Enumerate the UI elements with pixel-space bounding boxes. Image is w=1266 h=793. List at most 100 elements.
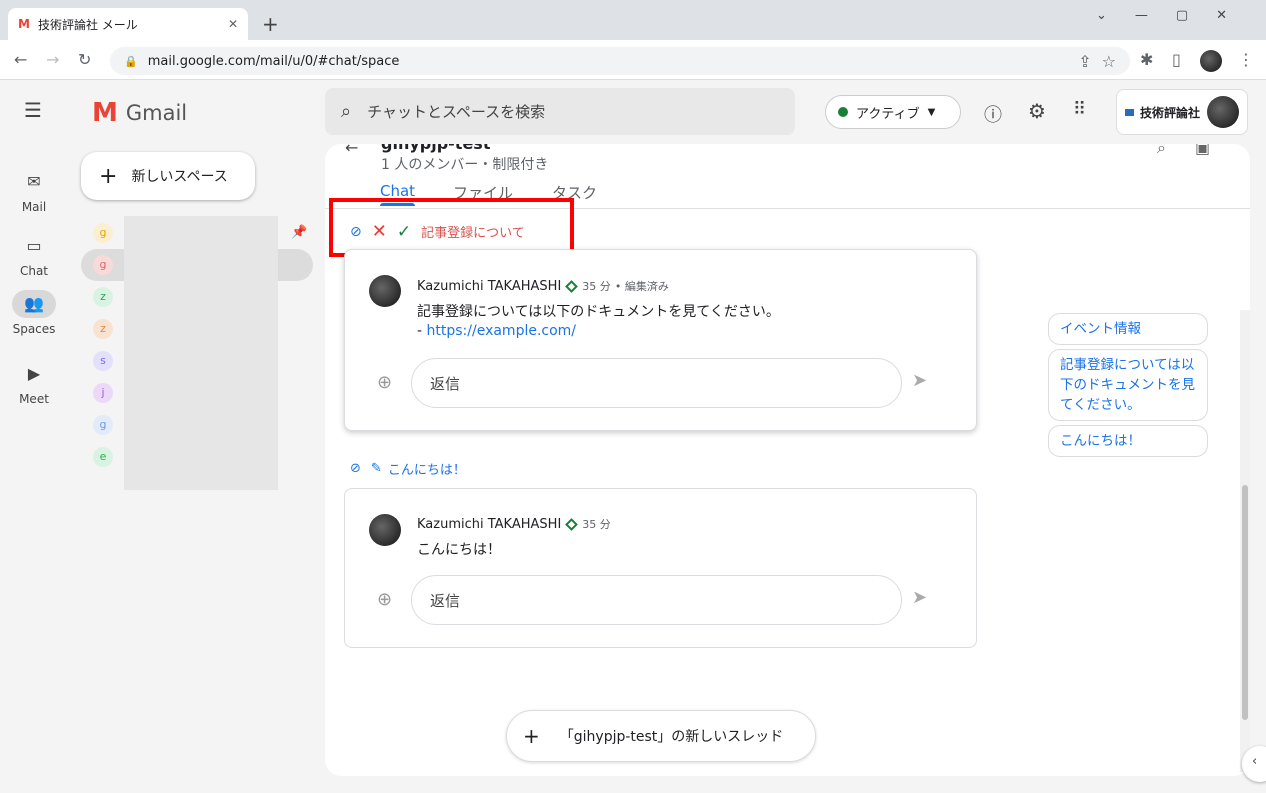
- back-arrow-icon[interactable]: ←: [345, 144, 358, 157]
- check-icon[interactable]: ✓: [397, 222, 411, 242]
- space-avatar: z: [93, 287, 113, 307]
- expand-side-panel-icon[interactable]: ‹: [1242, 746, 1266, 782]
- org-logo-icon: [1125, 108, 1134, 116]
- topic-label: こんにちは！: [387, 463, 466, 478]
- star-icon[interactable]: ☆: [1102, 52, 1116, 71]
- reload-icon[interactable]: ↻: [78, 50, 91, 69]
- search-bar[interactable]: ⌕ チャットとスペースを検索: [325, 88, 795, 135]
- side-panel-icon[interactable]: ▯: [1172, 50, 1181, 69]
- status-dropdown[interactable]: アクティブ ▼: [825, 95, 961, 129]
- author-name: Kazumichi TAKAHASHI: [417, 516, 562, 532]
- add-icon[interactable]: ⊕: [377, 372, 392, 393]
- url-field[interactable]: 🔒 mail.google.com/mail/u/0/#chat/space ⇪…: [110, 47, 1130, 75]
- space-title: gihypjp-test: [381, 144, 490, 153]
- author-name: Kazumichi TAKAHASHI: [417, 278, 562, 294]
- spaces-icon: 👥: [12, 290, 56, 318]
- new-thread-button[interactable]: + 「gihypjp-test」の新しいスレッド: [506, 710, 816, 762]
- rail-label: Meet: [19, 392, 49, 406]
- menu-icon[interactable]: ⋮: [1238, 50, 1254, 69]
- account-switcher[interactable]: 技術評論社: [1116, 89, 1248, 135]
- topic-chip[interactable]: イベント情報: [1048, 313, 1208, 345]
- rail-chat[interactable]: ▭ Chat: [0, 232, 68, 278]
- reply-input[interactable]: 返信: [411, 358, 902, 408]
- rail-label: Mail: [21, 200, 47, 214]
- plus-icon: +: [99, 163, 118, 189]
- url-text: mail.google.com/mail/u/0/#chat/space: [147, 53, 400, 69]
- message-header: Kazumichi TAKAHASHI 35 分 • 編集済み: [417, 278, 669, 294]
- gmail-favicon: M: [18, 17, 30, 31]
- reply-input[interactable]: 返信: [411, 575, 902, 625]
- external-diamond-icon: [565, 279, 579, 293]
- send-icon[interactable]: ➤: [912, 370, 927, 391]
- message-thread: Kazumichi TAKAHASHI 35 分 • 編集済み 記事登録について…: [344, 249, 977, 431]
- close-x-icon[interactable]: ✕: [372, 221, 387, 242]
- help-icon[interactable]: ⓘ: [984, 101, 1002, 127]
- topic-chip[interactable]: 記事登録については以下のドキュメントを見てください。: [1048, 349, 1208, 421]
- share-icon[interactable]: ⇪: [1078, 52, 1091, 71]
- message-text: 記事登録については以下のドキュメントを見てください。: [417, 304, 780, 320]
- rail-label: Spaces: [12, 322, 56, 336]
- search-icon: ⌕: [341, 101, 352, 122]
- topic-filter-row: ⊘ ✕ ✓ 記事登録について: [350, 221, 525, 242]
- topic-label: 記事登録について: [421, 226, 525, 241]
- space-avatar: e: [93, 447, 113, 467]
- account-avatar: [1207, 96, 1239, 128]
- window-controls[interactable]: ⌄—▢✕: [1096, 8, 1255, 23]
- edit-pencil-icon[interactable]: ✎: [371, 461, 382, 476]
- new-tab-button[interactable]: +: [262, 12, 279, 36]
- new-thread-label: 「gihypjp-test」の新しいスレッド: [559, 729, 784, 745]
- tab-title: 技術評論社 メール: [37, 17, 138, 32]
- lock-icon: 🔒: [124, 54, 138, 68]
- search-in-space-icon[interactable]: ⌕: [1157, 144, 1166, 158]
- send-icon[interactable]: ➤: [912, 587, 927, 608]
- space-avatar: j: [93, 383, 113, 403]
- open-popup-icon[interactable]: ▣: [1195, 144, 1210, 157]
- message-header: Kazumichi TAKAHASHI 35 分: [417, 516, 611, 532]
- author-avatar[interactable]: [369, 514, 401, 546]
- space-subtitle: 1 人のメンバー・制限付き: [381, 157, 549, 173]
- chat-icon: ▭: [26, 236, 42, 255]
- browser-tab[interactable]: M 技術評論社 メール ✕: [8, 8, 248, 40]
- edited-label: • 編集済み: [614, 280, 669, 293]
- hide-eye-icon[interactable]: ⊘: [350, 461, 361, 476]
- active-dot-icon: [838, 107, 848, 117]
- hide-eye-icon[interactable]: ⊘: [350, 224, 362, 240]
- caret-down-icon: ▼: [927, 106, 936, 118]
- rail-label: Chat: [19, 264, 49, 278]
- back-icon[interactable]: ←: [14, 50, 27, 69]
- message-link[interactable]: https://example.com/: [427, 323, 577, 339]
- close-tab-icon[interactable]: ✕: [228, 17, 238, 31]
- pin-icon[interactable]: 📌: [291, 225, 307, 240]
- extensions-icon[interactable]: ✱: [1140, 50, 1153, 69]
- timestamp: 35 分: [582, 280, 611, 293]
- thread-topic-row: ⊘ ✎ こんにちは！: [350, 459, 466, 478]
- rail-mail[interactable]: ✉ Mail: [0, 168, 68, 214]
- status-label: アクティブ: [856, 106, 920, 122]
- mail-icon: ✉: [27, 172, 41, 191]
- space-avatar: g: [93, 255, 113, 275]
- rail-meet[interactable]: ▶ Meet: [0, 360, 68, 406]
- settings-gear-icon[interactable]: ⚙: [1028, 99, 1046, 123]
- topic-chip[interactable]: こんにちは！: [1048, 425, 1208, 457]
- new-space-button[interactable]: + 新しいスペース: [81, 152, 255, 200]
- plus-icon: +: [523, 724, 540, 748]
- author-avatar[interactable]: [369, 275, 401, 307]
- scrollbar[interactable]: [1240, 310, 1250, 772]
- brand-text: Gmail: [125, 101, 188, 125]
- timestamp: 35 分: [582, 518, 611, 531]
- apps-grid-icon[interactable]: ⠿: [1073, 99, 1086, 120]
- forward-icon[interactable]: →: [46, 50, 59, 69]
- add-icon[interactable]: ⊕: [377, 589, 392, 610]
- message-thread: Kazumichi TAKAHASHI 35 分 こんにちは！ ⊕ 返信 ➤: [344, 488, 977, 648]
- profile-avatar[interactable]: [1200, 50, 1222, 72]
- gmail-m-icon: M: [92, 98, 118, 128]
- gmail-logo[interactable]: M Gmail: [92, 98, 187, 128]
- rail-spaces[interactable]: 👥 Spaces: [0, 290, 68, 336]
- search-input[interactable]: チャットとスペースを検索: [367, 101, 545, 122]
- space-avatar: g: [93, 223, 113, 243]
- space-avatar: s: [93, 351, 113, 371]
- hamburger-menu-icon[interactable]: ☰: [24, 98, 42, 122]
- link-prefix: -: [417, 323, 427, 339]
- message-text: こんにちは！: [417, 542, 501, 558]
- new-space-label: 新しいスペース: [131, 169, 228, 185]
